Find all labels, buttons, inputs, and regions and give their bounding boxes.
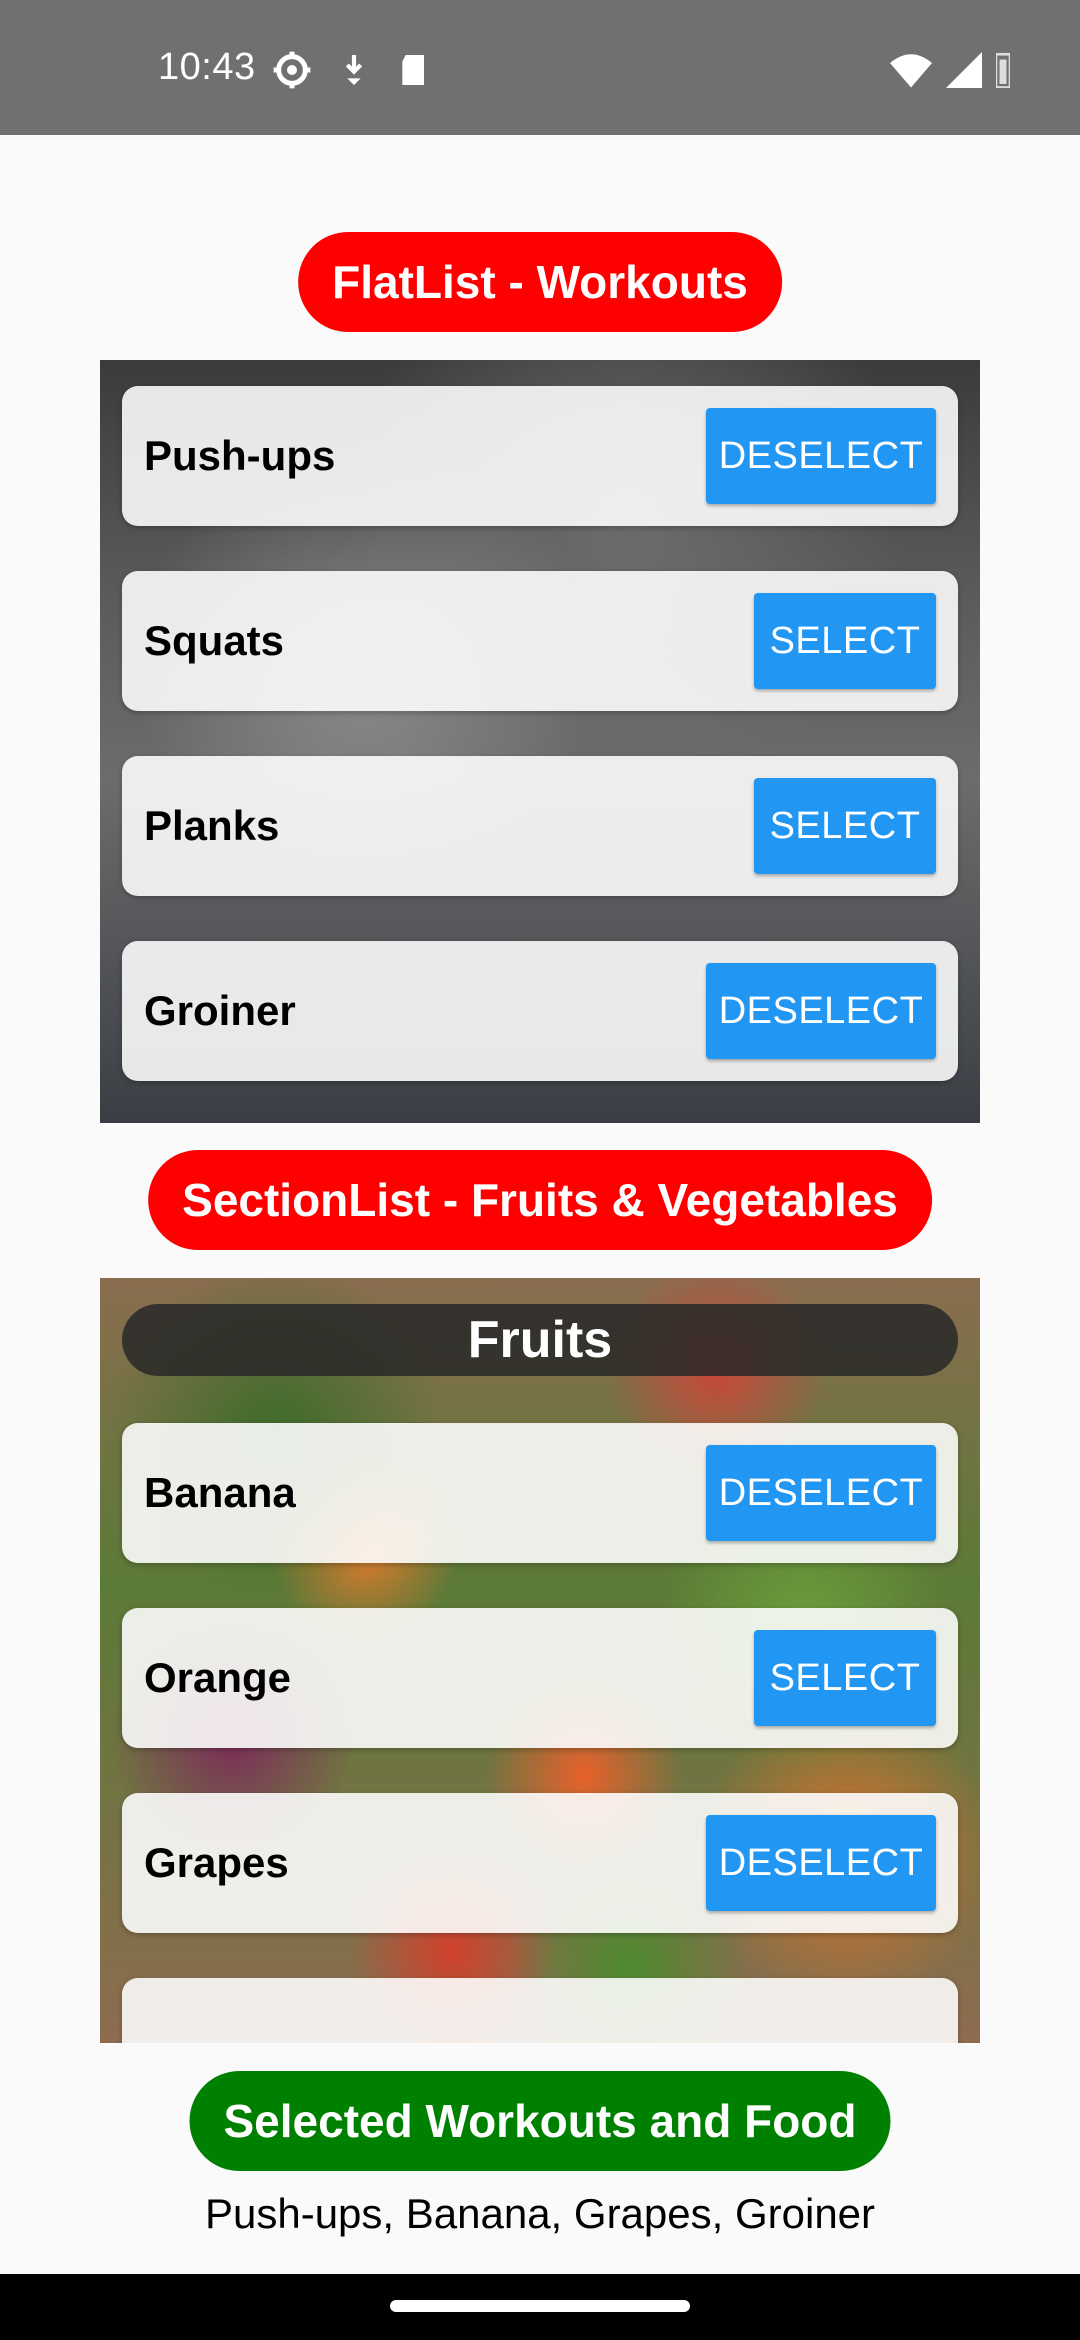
item-label: Orange [144, 1654, 292, 1701]
item-label: Squats [144, 617, 285, 664]
section-title: Fruits [122, 1304, 958, 1376]
item-label: Grapes [144, 1839, 289, 1886]
list-item: Banana DESELECT [122, 1423, 958, 1563]
navigation-bar [0, 2274, 1080, 2340]
selected-items-text: Push-ups, Banana, Grapes, Groiner [204, 2190, 876, 2237]
list-item: Squats SELECT [122, 571, 958, 711]
list-item: Grapes DESELECT [122, 1793, 958, 1933]
item-label: Push-ups [144, 432, 336, 479]
list-item-partial [122, 1978, 958, 2043]
flatlist-header: FlatList - Workouts [298, 232, 782, 332]
deselect-button[interactable]: DESELECT [706, 1445, 936, 1541]
workouts-list[interactable]: Push-ups DESELECT Squats SELECT Planks S… [100, 360, 980, 1123]
status-bar: 10:43 [0, 0, 1080, 135]
wifi-icon [890, 54, 932, 88]
fruits-vegetables-list[interactable]: Fruits Banana DESELECT Orange SELECT Gra… [100, 1278, 980, 2043]
selected-header: Selected Workouts and Food [189, 2071, 891, 2171]
sectionlist-header: SectionList - Fruits & Vegetables [148, 1150, 932, 1250]
battery-icon [996, 52, 1010, 88]
select-button[interactable]: SELECT [754, 778, 936, 874]
item-label: Banana [144, 1469, 296, 1516]
list-item: Push-ups DESELECT [122, 386, 958, 526]
deselect-button[interactable]: DESELECT [706, 963, 936, 1059]
deselect-button[interactable]: DESELECT [706, 408, 936, 504]
settings-icon [273, 51, 311, 89]
select-button[interactable]: SELECT [754, 593, 936, 689]
home-handle[interactable] [390, 2300, 690, 2312]
item-label: Planks [144, 802, 280, 849]
item-label: Groiner [144, 987, 296, 1034]
status-time: 10:43 [158, 46, 256, 88]
cell-signal-icon [946, 52, 982, 88]
select-button[interactable]: SELECT [754, 1630, 936, 1726]
list-item: Orange SELECT [122, 1608, 958, 1748]
download-icon [345, 55, 363, 85]
list-item: Groiner DESELECT [122, 941, 958, 1081]
list-item: Planks SELECT [122, 756, 958, 896]
deselect-button[interactable]: DESELECT [706, 1815, 936, 1911]
sd-card-icon [402, 55, 424, 85]
